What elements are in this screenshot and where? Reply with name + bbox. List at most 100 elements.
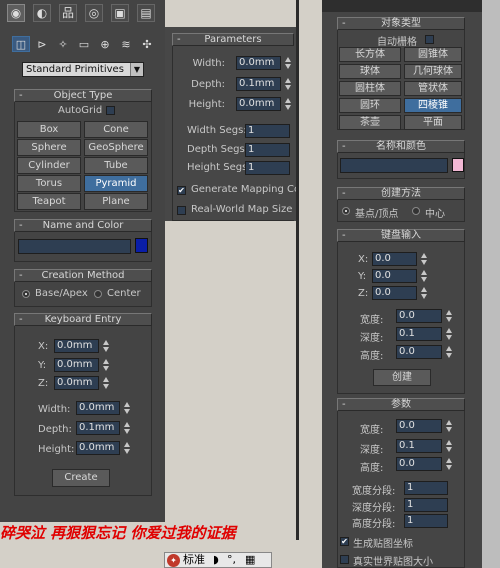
category-space-warps[interactable]: ≋ [117,36,135,52]
plane-button[interactable]: Plane [84,193,148,210]
realworld-map-checkbox[interactable] [177,206,186,215]
category-shapes[interactable]: ⊳ [33,36,51,52]
kb-width-field[interactable]: 0.0mm [76,401,120,415]
cn-object-type-rollout-header[interactable]: - 对象类型 [337,17,465,30]
cn-teapot-button[interactable]: 茶壶 [339,115,401,130]
cn-param-width-segs-field[interactable]: 1 [404,481,448,495]
motion-tab[interactable]: ◎ [85,4,103,22]
cn-object-color-swatch[interactable] [452,158,464,172]
param-height-segs-field[interactable]: 1 [245,161,290,175]
cn-param-depth-segs-field[interactable]: 1 [404,498,448,512]
cn-kb-y-field[interactable]: 0.0 [372,269,417,283]
param-width-field[interactable]: 0.0mm [236,56,281,70]
cn-geosphere-button[interactable]: 几何球体 [404,64,462,79]
cn-name-color-rollout-header[interactable]: - 名称和颜色 [337,140,465,153]
cn-kb-x-spinner[interactable] [421,252,428,266]
category-helpers[interactable]: ⊕ [96,36,114,52]
kb-y-field[interactable]: 0.0mm [54,358,99,372]
cn-kb-width-field[interactable]: 0.0 [396,309,442,323]
category-lights[interactable]: ✧ [54,36,72,52]
object-color-swatch[interactable] [135,238,148,253]
hierarchy-tab[interactable]: 品 [59,4,77,22]
cn-tube-button[interactable]: 管状体 [404,81,462,96]
cn-param-width-field[interactable]: 0.0 [396,419,442,433]
parameters-rollout-header[interactable]: - Parameters [172,33,294,46]
kb-depth-field[interactable]: 0.1mm [76,421,120,435]
kb-z-spinner[interactable] [103,376,110,390]
geosphere-button[interactable]: GeoSphere [84,139,148,156]
pyramid-button[interactable]: Pyramid [84,175,148,192]
param-depth-field[interactable]: 0.1mm [236,77,281,91]
cn-param-width-spinner[interactable] [446,419,453,433]
sphere-button[interactable]: Sphere [17,139,81,156]
kb-depth-spinner[interactable] [124,421,131,435]
cn-base-apex-radio[interactable] [342,207,350,215]
cn-cone-button[interactable]: 圆锥体 [404,47,462,62]
ime-punctuation-icon[interactable]: °, [227,553,236,567]
cn-object-name-field[interactable] [340,158,448,173]
kb-height-spinner[interactable] [124,441,131,455]
cn-pyramid-button[interactable]: 四棱锥 [404,98,462,113]
cn-autogrid-checkbox[interactable] [425,35,434,44]
cn-kb-height-spinner[interactable] [446,345,453,359]
autogrid-checkbox[interactable] [106,106,115,115]
kb-y-spinner[interactable] [103,358,110,372]
right-panel-scrollbar[interactable] [482,0,500,568]
param-height-field[interactable]: 0.0mm [236,97,281,111]
torus-button[interactable]: Torus [17,175,81,192]
ime-keyboard-icon[interactable]: ▦ [245,553,255,567]
kb-height-field[interactable]: 0.0mm [76,441,120,455]
param-depth-spinner[interactable] [285,77,292,91]
ime-mode-label[interactable]: 标准 [183,553,205,567]
object-type-rollout-header[interactable]: - Object Type [14,89,152,102]
cn-torus-button[interactable]: 圆环 [339,98,401,113]
cn-kb-width-spinner[interactable] [446,309,453,323]
cn-sphere-button[interactable]: 球体 [339,64,401,79]
cn-kb-depth-field[interactable]: 0.1 [396,327,442,341]
cn-kb-z-field[interactable]: 0.0 [372,286,417,300]
cn-plane-button[interactable]: 平面 [404,115,462,130]
utilities-tab[interactable]: ▤ [137,4,155,22]
cn-keyboard-entry-rollout-header[interactable]: - 键盘输入 [337,229,465,242]
category-cameras[interactable]: ▭ [75,36,93,52]
kb-z-field[interactable]: 0.0mm [54,376,99,390]
chevron-down-icon[interactable]: ▼ [130,63,143,76]
cn-kb-z-spinner[interactable] [421,286,428,300]
primitives-dropdown[interactable]: Standard Primitives ▼ [22,62,144,77]
gen-mapping-checkbox[interactable]: ✔ [177,186,186,195]
object-name-field[interactable] [18,239,131,254]
cn-kb-depth-spinner[interactable] [446,327,453,341]
param-width-spinner[interactable] [285,56,292,70]
cn-kb-create-button[interactable]: 创建 [373,369,431,386]
category-geometry[interactable]: ◫ [12,36,30,52]
cn-creation-method-rollout-header[interactable]: - 创建方法 [337,187,465,200]
kb-x-field[interactable]: 0.0mm [54,339,99,353]
kb-width-spinner[interactable] [124,401,131,415]
tube-button[interactable]: Tube [84,157,148,174]
kb-create-button[interactable]: Create [52,469,110,487]
cn-param-height-field[interactable]: 0.0 [396,457,442,471]
ime-logo-icon[interactable]: ✦ [167,554,180,567]
param-depth-segs-field[interactable]: 1 [245,143,290,157]
cn-parameters-rollout-header[interactable]: - 参数 [337,398,465,411]
modify-tab[interactable]: ◐ [33,4,51,22]
cn-center-radio[interactable] [412,207,420,215]
box-button[interactable]: Box [17,121,81,138]
kb-x-spinner[interactable] [103,339,110,353]
param-width-segs-field[interactable]: 1 [245,124,290,138]
base-apex-radio[interactable] [22,290,30,298]
cn-gen-mapping-checkbox[interactable]: ✔ [340,537,349,546]
display-tab[interactable]: ▣ [111,4,129,22]
cylinder-button[interactable]: Cylinder [17,157,81,174]
cn-kb-x-field[interactable]: 0.0 [372,252,417,266]
name-color-rollout-header[interactable]: - Name and Color [14,219,152,232]
create-tab[interactable]: ◉ [7,4,25,22]
cn-kb-y-spinner[interactable] [421,269,428,283]
cn-cylinder-button[interactable]: 圆柱体 [339,81,401,96]
center-radio[interactable] [94,290,102,298]
param-height-spinner[interactable] [285,97,292,111]
cn-param-depth-spinner[interactable] [446,439,453,453]
keyboard-entry-rollout-header[interactable]: - Keyboard Entry [14,313,152,326]
cn-realworld-map-checkbox[interactable] [340,555,349,564]
category-systems[interactable]: ✣ [138,36,156,52]
